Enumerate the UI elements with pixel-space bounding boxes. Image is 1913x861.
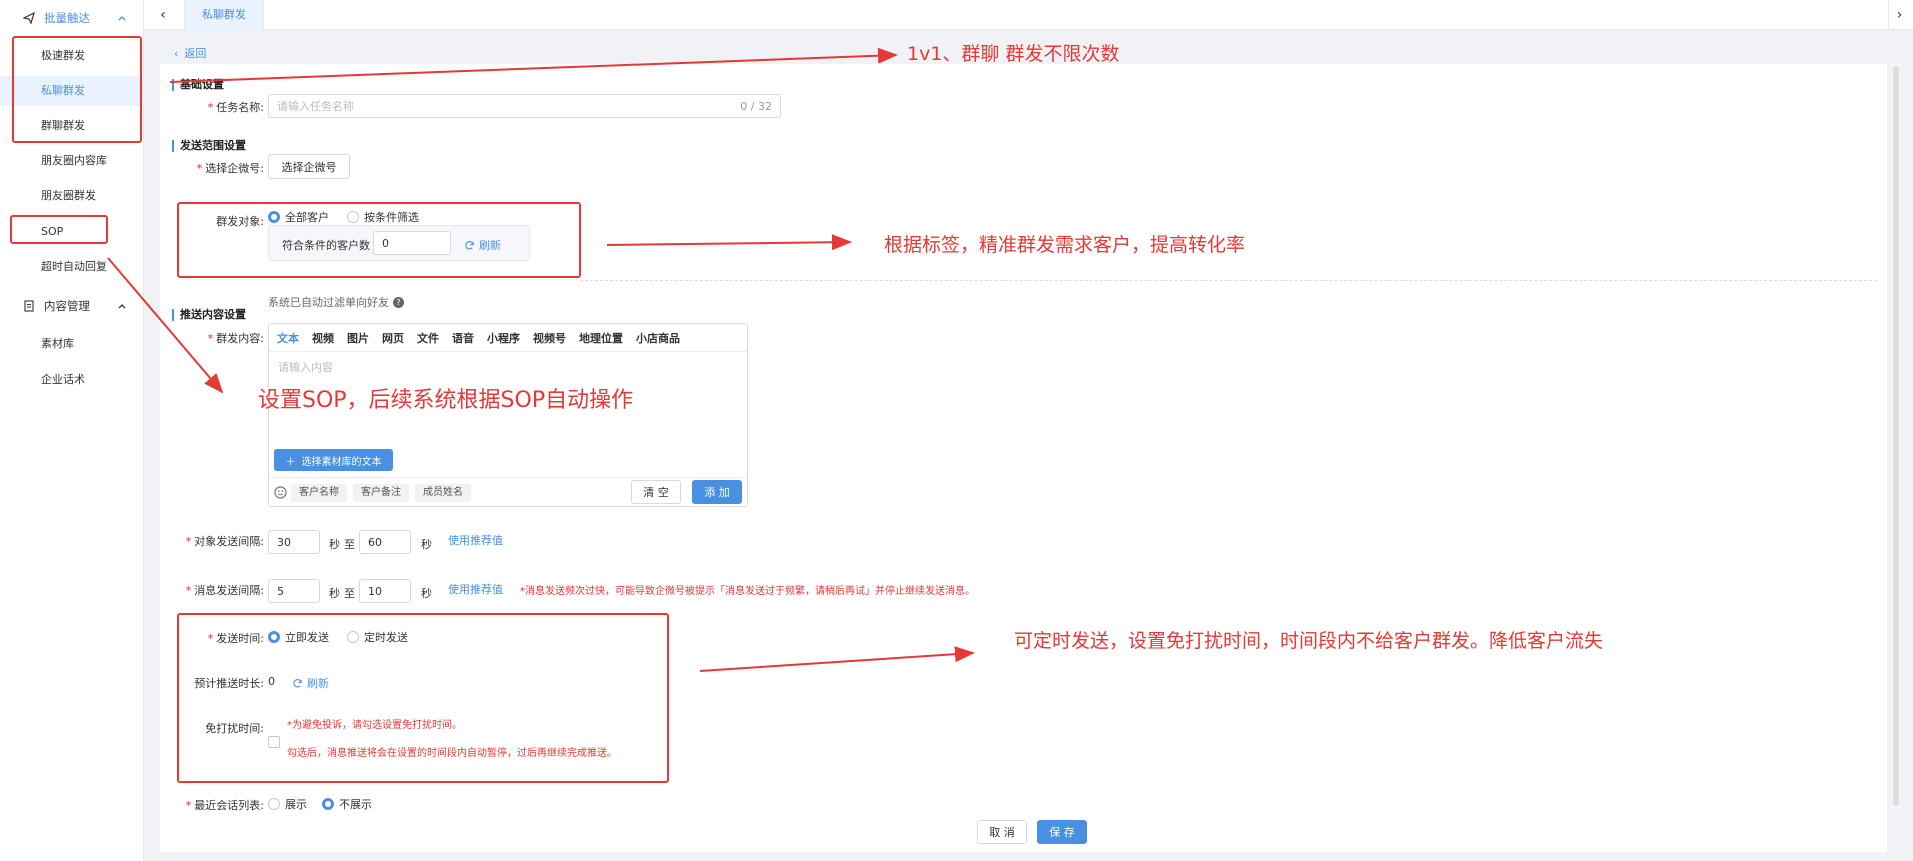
recent-list-label: * 最近会话列表: bbox=[185, 799, 264, 812]
annotation-box-sop bbox=[10, 215, 108, 244]
annotation-text-1: 1v1、群聊 群发不限次数 bbox=[907, 43, 1120, 65]
char-counter: 0 / 32 bbox=[740, 99, 772, 113]
msg-interval-to[interactable]: 10 bbox=[359, 579, 411, 603]
clear-button[interactable]: 清 空 bbox=[631, 480, 681, 504]
content-tab-channels[interactable]: 视频号 bbox=[533, 330, 566, 346]
content-type-tabs: 文本 视频 图片 网页 文件 语音 小程序 视频号 地理位置 小店商品 bbox=[269, 324, 747, 352]
tab-private-send[interactable]: 私聊群发 bbox=[184, 0, 264, 30]
range-separator: 至 bbox=[344, 587, 355, 600]
sidebar-group-content[interactable]: 内容管理 bbox=[0, 289, 144, 323]
content-tab-shop[interactable]: 小店商品 bbox=[636, 330, 680, 346]
task-name-placeholder: 请输入任务名称 bbox=[277, 100, 354, 113]
annotation-box-send-types bbox=[12, 36, 142, 143]
content-textarea[interactable]: 请输入内容 bbox=[278, 359, 333, 375]
add-button[interactable]: 添 加 bbox=[692, 480, 742, 504]
help-icon[interactable]: ? bbox=[393, 296, 404, 308]
account-label: * 选择企微号: bbox=[196, 162, 264, 175]
send-icon bbox=[22, 11, 36, 25]
content-tab-miniprogram[interactable]: 小程序 bbox=[487, 330, 520, 346]
chevron-up-icon bbox=[118, 304, 126, 309]
sidebar-item-moments-send[interactable]: 朋友圈群发 bbox=[0, 181, 144, 211]
task-name-input[interactable]: 请输入任务名称 0 / 32 bbox=[268, 94, 781, 118]
scrollbar[interactable] bbox=[1891, 64, 1901, 809]
use-recommend-link[interactable]: 使用推荐值 bbox=[448, 532, 503, 548]
section-title-scope: 发送范围设置 bbox=[172, 140, 246, 152]
section-title-content: 推送内容设置 bbox=[172, 309, 246, 321]
plus-icon: ＋ bbox=[285, 456, 296, 468]
sidebar-item-scripts[interactable]: 企业话术 bbox=[0, 365, 144, 395]
range-separator: 至 bbox=[344, 538, 355, 551]
scrollbar-thumb[interactable] bbox=[1893, 66, 1899, 806]
section-title-basic: 基础设置 bbox=[172, 79, 224, 91]
content-tab-web[interactable]: 网页 bbox=[382, 330, 404, 346]
select-account-button[interactable]: 选择企微号 bbox=[268, 154, 350, 179]
msg-interval-label: * 消息发送间隔: bbox=[185, 584, 264, 597]
content-tab-file[interactable]: 文件 bbox=[417, 330, 439, 346]
radio-recent-show[interactable]: 展示 bbox=[268, 796, 307, 812]
annotation-text-2: 根据标签，精准群发需求客户，提高转化率 bbox=[884, 234, 1246, 256]
chevron-right-icon[interactable]: › bbox=[1888, 0, 1910, 30]
content-tab-image[interactable]: 图片 bbox=[347, 330, 369, 346]
obj-interval-from[interactable]: 30 bbox=[268, 530, 320, 554]
save-button[interactable]: 保 存 bbox=[1037, 820, 1087, 844]
sidebar-item-auto-reply[interactable]: 超时自动回复 bbox=[0, 252, 144, 282]
chevron-up-icon bbox=[118, 16, 126, 21]
sidebar-item-moments-library[interactable]: 朋友圈内容库 bbox=[0, 146, 144, 176]
radio-label: 不展示 bbox=[339, 798, 372, 811]
unit-seconds: 秒 bbox=[329, 538, 340, 551]
content-tab-video[interactable]: 视频 bbox=[312, 330, 334, 346]
cancel-button[interactable]: 取 消 bbox=[977, 820, 1027, 844]
content-tab-text[interactable]: 文本 bbox=[277, 330, 299, 346]
task-name-label: * 任务名称: bbox=[207, 101, 264, 114]
editor-footer-divider bbox=[269, 477, 747, 478]
document-icon bbox=[22, 299, 36, 313]
use-recommend-link[interactable]: 使用推荐值 bbox=[448, 581, 503, 597]
radio-icon bbox=[322, 798, 334, 810]
sidebar-item-materials[interactable]: 素材库 bbox=[0, 329, 144, 359]
tag-member-name[interactable]: 成员姓名 bbox=[415, 484, 471, 502]
chevron-left-icon[interactable]: ‹ bbox=[152, 0, 174, 30]
content-label: * 群发内容: bbox=[207, 332, 264, 345]
emoji-icon[interactable] bbox=[274, 486, 287, 499]
annotation-text-3: 设置SOP，后续系统根据SOP自动操作 bbox=[258, 388, 634, 413]
content-editor: 文本 视频 图片 网页 文件 语音 小程序 视频号 地理位置 小店商品 请输入内… bbox=[268, 323, 748, 507]
chevron-left-icon: ‹ bbox=[174, 46, 179, 60]
tab-bar: ‹ 私聊群发 › bbox=[144, 0, 1913, 30]
back-label: 返回 bbox=[184, 47, 207, 60]
obj-interval-label: * 对象发送间隔: bbox=[185, 535, 264, 548]
annotation-box-send-time bbox=[177, 613, 669, 783]
msg-interval-from[interactable]: 5 bbox=[268, 579, 320, 603]
select-material-button[interactable]: ＋ 选择素材库的文本 bbox=[274, 449, 393, 471]
unit-seconds: 秒 bbox=[329, 587, 340, 600]
msg-warning: *消息发送频次过快，可能导致企微号被提示「消息发送过于频繁，请稍后再试」并停止继… bbox=[520, 586, 975, 597]
radio-icon bbox=[268, 798, 280, 810]
obj-interval-to[interactable]: 60 bbox=[359, 530, 411, 554]
annotation-box-target bbox=[177, 202, 581, 278]
annotation-text-4: 可定时发送，设置免打扰时间，时间段内不给客户群发。降低客户流失 bbox=[1014, 630, 1604, 652]
select-material-label: 选择素材库的文本 bbox=[301, 456, 382, 468]
sidebar-group-label: 内容管理 bbox=[44, 299, 90, 313]
content-tab-voice[interactable]: 语音 bbox=[452, 330, 474, 346]
tag-customer-name[interactable]: 客户名称 bbox=[291, 484, 347, 502]
radio-label: 展示 bbox=[285, 798, 307, 811]
filter-note: 系统已自动过滤单向好友 ? bbox=[268, 294, 404, 310]
content-tab-location[interactable]: 地理位置 bbox=[579, 330, 623, 346]
filter-note-text: 系统已自动过滤单向好友 bbox=[268, 296, 389, 309]
unit-seconds: 秒 bbox=[421, 538, 432, 551]
sidebar-group-batch[interactable]: 批量触达 bbox=[0, 1, 144, 35]
radio-recent-hide[interactable]: 不展示 bbox=[322, 796, 372, 812]
divider bbox=[580, 280, 1877, 281]
sidebar-group-label: 批量触达 bbox=[44, 11, 90, 25]
unit-seconds: 秒 bbox=[421, 587, 432, 600]
back-link[interactable]: ‹ 返回 bbox=[174, 45, 206, 61]
tag-customer-note[interactable]: 客户备注 bbox=[353, 484, 409, 502]
